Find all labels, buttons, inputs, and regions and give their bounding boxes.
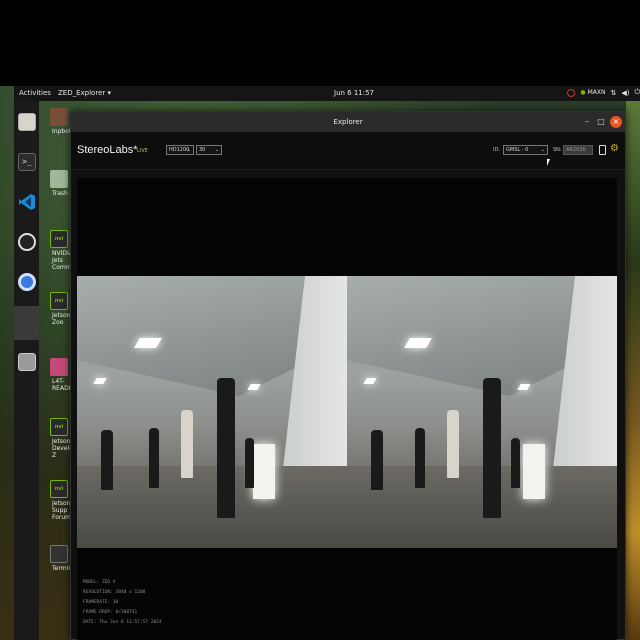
app-toolbar: StereoLabs* LIVE HD1200 ⌄ 30 ⌄ ID: GMSL … [71, 132, 625, 170]
fps-select[interactable]: 30 ⌄ [196, 145, 222, 155]
info-resolution: RESOLUTION: 3840 x 1200 [83, 590, 146, 595]
window-title: Explorer [333, 118, 363, 126]
minimize-button[interactable]: – [581, 116, 593, 128]
clock[interactable]: Jun 6 11:57 [334, 89, 374, 97]
power-icon[interactable]: ⏻ [634, 88, 640, 97]
camera-id-select[interactable]: GMSL - 0 ⌄ [503, 145, 548, 155]
nvidia-logo-icon: ● [580, 89, 586, 96]
obs-studio-icon[interactable] [18, 233, 36, 251]
brand-logo: StereoLabs* [77, 144, 138, 156]
serial-number-field: AR2036 [563, 145, 593, 155]
nvidia-icon: nvi [50, 292, 68, 310]
info-date: DATE: Thu Jun 6 11:57:57 2024 [83, 620, 162, 625]
power-mode-label: MAXN [587, 89, 606, 96]
power-mode-indicator[interactable]: ● MAXN [580, 89, 605, 96]
close-button[interactable]: × [610, 116, 622, 128]
camera-id-label: ID: [493, 147, 501, 153]
camera-id-value: GMSL - 0 [506, 147, 529, 153]
fps-value: 30 [199, 147, 206, 153]
chromium-icon[interactable] [18, 273, 36, 291]
volume-icon[interactable]: ◀) [621, 89, 629, 97]
window-titlebar[interactable]: Explorer – □ × [71, 112, 625, 132]
vscode-icon[interactable] [18, 193, 36, 211]
disks-icon[interactable] [18, 353, 36, 371]
gnome-top-bar: Activities ZED_Explorer ▾ Jun 6 11:57 ● … [14, 86, 640, 101]
left-camera-image [77, 276, 347, 548]
terminal-icon[interactable]: >_ [18, 153, 36, 171]
camera-info-panel: MODEL: ZED X RESOLUTION: 3840 x 1200 FRA… [83, 578, 162, 628]
nvidia-icon: nvi [50, 418, 68, 436]
right-camera-image [347, 276, 617, 548]
chevron-down-icon: ⌄ [540, 147, 545, 153]
folder-icon [50, 108, 68, 126]
record-icon[interactable] [599, 145, 606, 155]
terminal-icon [50, 545, 68, 563]
dock: >_ [14, 101, 39, 640]
folder-icon [50, 358, 68, 376]
chevron-down-icon: ⌄ [214, 147, 219, 153]
zed-explorer-dock-icon[interactable] [14, 306, 39, 340]
gear-icon[interactable]: ⚙ [610, 144, 620, 154]
resolution-select[interactable]: HD1200 ⌄ [166, 145, 194, 155]
camera-viewer: MODEL: ZED X RESOLUTION: 3840 x 1200 FRA… [77, 178, 617, 640]
app-menu[interactable]: ZED_Explorer ▾ [58, 89, 111, 97]
system-tray[interactable]: ● MAXN ⇅ ◀) ⏻ [567, 88, 640, 97]
live-badge: LIVE [137, 148, 148, 154]
info-model: MODEL: ZED X [83, 580, 116, 585]
chevron-down-icon: ⌄ [186, 147, 191, 153]
stereo-video-feed [77, 276, 617, 548]
wallpaper-foliage [626, 100, 640, 640]
info-framerate: FRAMERATE: 30 [83, 600, 119, 605]
network-icon[interactable]: ⇅ [610, 89, 616, 97]
nvidia-icon: nvi [50, 230, 68, 248]
files-icon[interactable] [18, 113, 36, 131]
trash-icon [50, 170, 68, 188]
nvidia-icon: nvi [50, 480, 68, 498]
info-frame-drop: FRAME DROP: 0/108741 [83, 610, 138, 615]
maximize-button[interactable]: □ [595, 116, 607, 128]
explorer-window: Explorer – □ × StereoLabs* LIVE HD1200 ⌄… [70, 111, 626, 640]
activities-button[interactable]: Activities [19, 89, 51, 97]
mouse-cursor-icon [547, 159, 553, 166]
serial-number-label: SN: [553, 147, 562, 153]
nvidia-settings-icon[interactable] [567, 88, 576, 97]
